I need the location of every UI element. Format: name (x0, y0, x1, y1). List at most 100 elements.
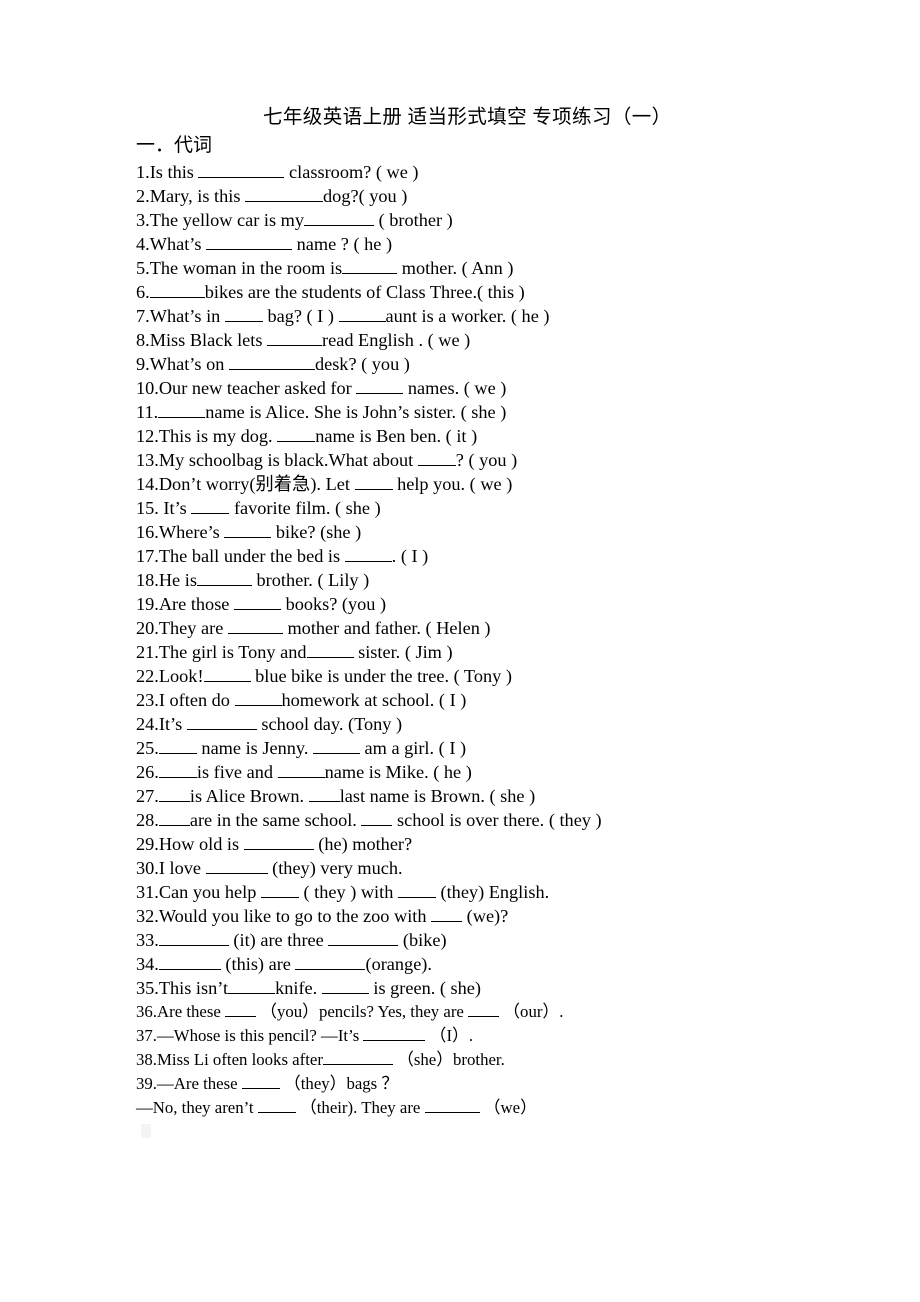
exercise-item: 32.Would you like to go to the zoo with … (136, 904, 896, 928)
answer-blank[interactable] (241, 1072, 280, 1089)
answer-blank[interactable] (356, 376, 404, 395)
answer-blank[interactable] (306, 640, 354, 659)
answer-blank[interactable] (277, 760, 325, 779)
item-text: desk? ( you ) (314, 354, 410, 375)
answer-blank[interactable] (191, 496, 230, 515)
answer-blank[interactable] (186, 712, 257, 731)
exercise-item: 16.Where’s bike? (she ) (136, 520, 896, 544)
answer-blank[interactable] (234, 688, 282, 707)
answer-blank[interactable] (308, 784, 340, 803)
item-number: 17. (136, 546, 159, 567)
exercise-item: 26. is five and name is Mike. ( he ) (136, 760, 896, 784)
answer-blank[interactable] (361, 808, 393, 827)
answer-blank[interactable] (354, 472, 393, 491)
answer-blank[interactable] (295, 952, 366, 971)
item-text: （she）brother. (392, 1050, 505, 1069)
item-text: mother. ( Ann ) (397, 258, 514, 279)
answer-blank[interactable] (260, 880, 299, 899)
item-number: 38. (136, 1050, 157, 1069)
answer-blank[interactable] (158, 736, 197, 755)
answer-blank[interactable] (228, 976, 276, 995)
answer-blank[interactable] (234, 592, 281, 611)
answer-blank[interactable] (158, 928, 229, 947)
item-number: 24. (136, 714, 159, 735)
item-text: brother. ( Lily ) (251, 570, 370, 591)
answer-blank[interactable] (245, 184, 324, 203)
answer-blank[interactable] (158, 784, 190, 803)
item-text: dog?( you ) (323, 186, 408, 207)
item-text: （we） (479, 1098, 537, 1117)
answer-blank[interactable] (344, 544, 392, 563)
exercise-item: 12.This is my dog. name is Ben ben. ( it… (136, 424, 896, 448)
item-text: help you. ( we ) (392, 474, 513, 495)
item-text: He is (158, 570, 197, 591)
answer-blank[interactable] (338, 304, 386, 323)
answer-blank[interactable] (225, 1000, 257, 1017)
answer-blank[interactable] (342, 256, 398, 275)
item-text: Are those (158, 594, 234, 615)
answer-blank[interactable] (277, 424, 316, 443)
item-text: Don’t worry(别着急). Let (158, 474, 355, 495)
answer-blank[interactable] (243, 832, 314, 851)
answer-blank[interactable] (203, 664, 251, 683)
item-text: name is Alice. She is John’s sister. ( s… (205, 402, 507, 423)
item-text: names. ( we ) (403, 378, 507, 399)
answer-blank[interactable] (196, 568, 252, 587)
item-text: How old is (158, 834, 244, 855)
item-text: read English . ( we ) (322, 330, 471, 351)
answer-blank[interactable] (322, 1048, 393, 1065)
item-text: ( they ) with (298, 882, 398, 903)
answer-blank[interactable] (424, 1096, 480, 1113)
answer-blank[interactable] (227, 616, 283, 635)
answer-blank[interactable] (149, 280, 205, 299)
answer-blank[interactable] (321, 976, 369, 995)
item-text: This isn’t (158, 978, 229, 999)
answer-blank[interactable] (417, 448, 456, 467)
item-text: classroom? ( we ) (284, 162, 419, 183)
item-text: Mary, is this (149, 186, 246, 207)
item-text: The girl is Tony and (158, 642, 307, 663)
item-number: 37. (136, 1026, 157, 1045)
answer-blank[interactable] (206, 232, 293, 251)
answer-blank[interactable] (228, 352, 315, 371)
answer-blank[interactable] (431, 904, 463, 923)
answer-blank[interactable] (312, 736, 360, 755)
exercise-item: 39.—Are these （they）bags ？ (136, 1072, 896, 1096)
item-text: (we)? (462, 906, 509, 927)
item-text: Can you help (158, 882, 261, 903)
exercise-item: 4.What’s name ? ( he ) (136, 232, 896, 256)
item-number: 3. (136, 210, 150, 231)
answer-blank[interactable] (158, 760, 197, 779)
item-text: are in the same school. (189, 810, 362, 831)
answer-blank[interactable] (468, 1000, 500, 1017)
answer-blank[interactable] (158, 952, 221, 971)
item-text: I often do (158, 690, 235, 711)
answer-blank[interactable] (304, 208, 375, 227)
answer-blank[interactable] (158, 400, 206, 419)
item-text: (this) are (220, 954, 296, 975)
exercise-item: 21.The girl is Tony and sister. ( Jim ) (136, 640, 896, 664)
answer-blank[interactable] (205, 856, 268, 875)
item-text: last name is Brown. ( she ) (339, 786, 536, 807)
answer-blank[interactable] (267, 328, 323, 347)
item-number: 1. (136, 162, 150, 183)
answer-blank[interactable] (257, 1096, 296, 1113)
answer-blank[interactable] (397, 880, 436, 899)
answer-blank[interactable] (363, 1024, 426, 1041)
item-text: Where’s (158, 522, 225, 543)
item-text: knife. (275, 978, 322, 999)
exercise-item: —No, they aren’t （their). They are （we） (136, 1096, 896, 1120)
answer-blank[interactable] (198, 160, 285, 179)
answer-blank[interactable] (224, 304, 263, 323)
answer-blank[interactable] (158, 808, 190, 827)
answer-blank[interactable] (328, 928, 399, 947)
exercise-item: 24.It’s school day. (Tony ) (136, 712, 896, 736)
item-text: . ( I ) (391, 546, 429, 567)
item-text: (they) English. (435, 882, 550, 903)
item-number: 36. (136, 1002, 157, 1021)
page-artifact-mark (141, 1124, 151, 1138)
item-text: What’s on (149, 354, 229, 375)
exercise-item: 20.They are mother and father. ( Helen ) (136, 616, 896, 640)
item-number: 35. (136, 978, 159, 999)
answer-blank[interactable] (224, 520, 272, 539)
